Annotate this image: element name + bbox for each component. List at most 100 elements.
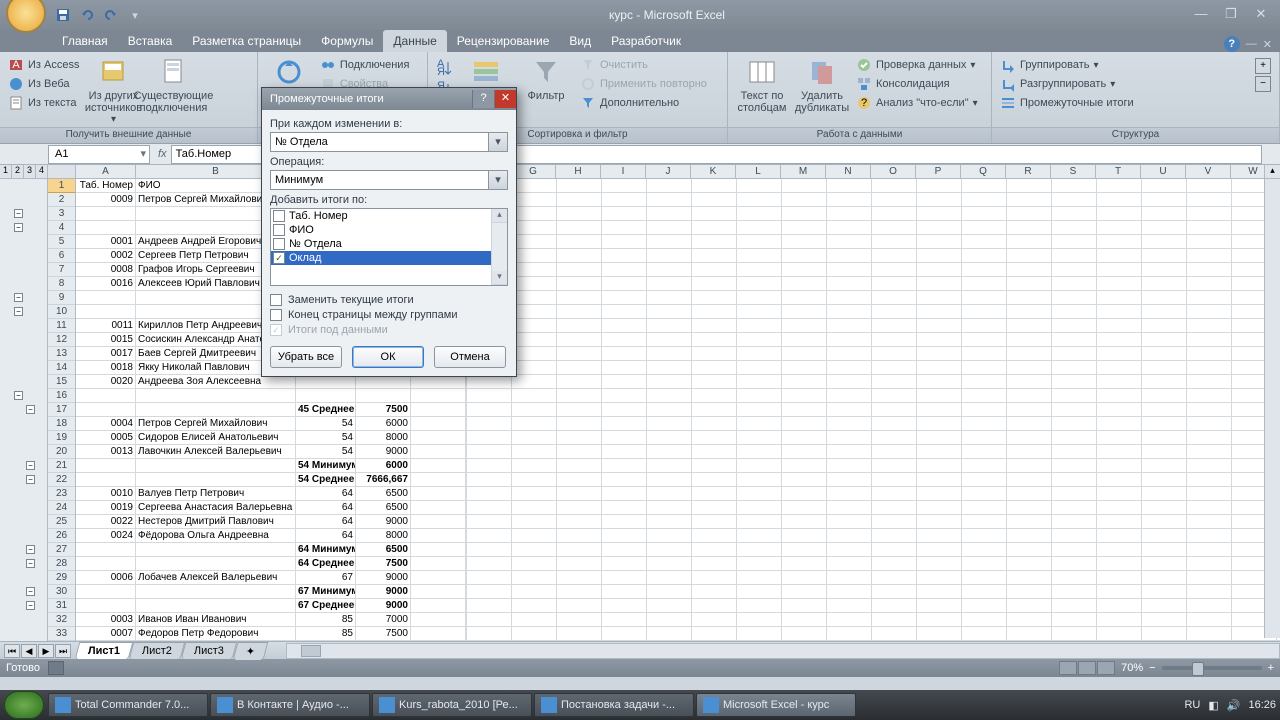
cell[interactable]: 0019 <box>76 501 136 514</box>
cell[interactable]: 0004 <box>76 417 136 430</box>
cell[interactable]: Таб. Номер <box>76 179 136 192</box>
cell[interactable]: 54 <box>296 431 356 444</box>
row-header[interactable]: 21 <box>48 459 75 473</box>
cell[interactable]: Лобачев Алексей Валерьевич <box>136 571 296 584</box>
cell[interactable]: 85 <box>296 613 356 626</box>
new-sheet-tab[interactable]: ✦ <box>233 642 269 660</box>
cell[interactable] <box>76 403 136 416</box>
cell[interactable]: 64 <box>296 515 356 528</box>
cell[interactable]: 6000 <box>356 459 411 472</box>
minimize-button[interactable]: — <box>1188 7 1214 23</box>
taskbar-item[interactable]: Total Commander 7.0... <box>48 693 208 717</box>
connections-button[interactable]: Подключения <box>318 56 423 74</box>
ribbon-close-icon[interactable]: ✕ <box>1263 38 1272 51</box>
tray-icon[interactable]: ◧ <box>1208 699 1218 712</box>
cell[interactable]: 0017 <box>76 347 136 360</box>
cell[interactable]: 0011 <box>76 319 136 332</box>
row-header[interactable]: 7 <box>48 263 75 277</box>
advanced-filter-button[interactable]: Дополнительно <box>578 94 709 112</box>
outline-level-2[interactable]: 2 <box>12 165 24 178</box>
cell[interactable] <box>76 221 136 234</box>
cell[interactable]: 67 <box>296 571 356 584</box>
cells-grid[interactable]: Таб. НомерФИО0009Петров Сергей Михайлови… <box>76 179 1280 641</box>
cell[interactable]: 7666,667 <box>356 473 411 486</box>
tab-view[interactable]: Вид <box>559 30 601 52</box>
office-button[interactable] <box>6 0 46 33</box>
cell[interactable]: 0005 <box>76 431 136 444</box>
cell[interactable]: 9000 <box>356 571 411 584</box>
cell[interactable] <box>136 557 296 570</box>
tab-developer[interactable]: Разработчик <box>601 30 691 52</box>
cell[interactable] <box>411 487 466 500</box>
cell[interactable]: 54 <box>296 445 356 458</box>
cell[interactable] <box>411 571 466 584</box>
cell[interactable]: 0006 <box>76 571 136 584</box>
row-header[interactable]: 22 <box>48 473 75 487</box>
outline-level-1[interactable]: 1 <box>0 165 12 178</box>
existing-connections-button[interactable]: Существующие подключения <box>145 54 201 114</box>
cell[interactable]: 7500 <box>356 627 411 640</box>
row-header[interactable]: 31 <box>48 599 75 613</box>
col-header[interactable]: P <box>916 165 961 178</box>
cell[interactable]: 64 <box>296 501 356 514</box>
col-header[interactable]: H <box>556 165 601 178</box>
cell[interactable] <box>76 599 136 612</box>
row-header[interactable]: 17 <box>48 403 75 417</box>
page-break-view-button[interactable] <box>1097 661 1115 675</box>
cell[interactable]: 54 Среднее <box>296 473 356 486</box>
tab-pagelayout[interactable]: Разметка страницы <box>182 30 311 52</box>
cell[interactable] <box>411 501 466 514</box>
cell[interactable] <box>411 389 466 402</box>
ribbon-minimize-icon[interactable]: — <box>1246 38 1257 50</box>
tab-last-icon[interactable]: ⏭ <box>55 644 71 658</box>
row-header[interactable]: 16 <box>48 389 75 403</box>
normal-view-button[interactable] <box>1059 661 1077 675</box>
cell[interactable] <box>136 403 296 416</box>
cell[interactable] <box>136 459 296 472</box>
cell[interactable]: 7000 <box>356 613 411 626</box>
cell[interactable] <box>411 613 466 626</box>
cell[interactable]: 0024 <box>76 529 136 542</box>
cell[interactable] <box>411 459 466 472</box>
name-box[interactable]: A1 <box>48 145 150 164</box>
taskbar-item[interactable]: Kurs_rabota_2010 [Ре... <box>372 693 532 717</box>
col-header[interactable]: M <box>781 165 826 178</box>
cell[interactable]: 0008 <box>76 263 136 276</box>
cell[interactable] <box>411 403 466 416</box>
cell[interactable]: 7500 <box>356 557 411 570</box>
row-header[interactable]: 19 <box>48 431 75 445</box>
from-web-button[interactable]: Из Веба <box>6 75 81 93</box>
cell[interactable]: 6500 <box>356 543 411 556</box>
opt-replace[interactable]: Заменить текущие итоги <box>270 294 508 306</box>
cell[interactable]: 0022 <box>76 515 136 528</box>
cell[interactable]: Лавочкин Алексей Валерьевич <box>136 445 296 458</box>
combo-operation[interactable]: Минимум <box>270 170 508 190</box>
col-header[interactable]: R <box>1006 165 1051 178</box>
checkbox[interactable] <box>273 224 285 236</box>
tray-clock[interactable]: 16:26 <box>1248 699 1276 711</box>
cell[interactable] <box>76 543 136 556</box>
col-header[interactable]: I <box>601 165 646 178</box>
cell[interactable] <box>411 529 466 542</box>
from-text-button[interactable]: Из текста <box>6 94 81 112</box>
sheet-tab-2[interactable]: Лист2 <box>129 642 186 659</box>
cell[interactable] <box>411 515 466 528</box>
row-header[interactable]: 12 <box>48 333 75 347</box>
outline-level-3[interactable]: 3 <box>24 165 36 178</box>
checkbox[interactable] <box>273 238 285 250</box>
row-header[interactable]: 25 <box>48 515 75 529</box>
cell[interactable]: 67 Среднее <box>296 599 356 612</box>
cell[interactable]: 64 Минимум <box>296 543 356 556</box>
fx-icon[interactable]: fx <box>158 148 167 160</box>
row-header[interactable]: 3 <box>48 207 75 221</box>
dialog-titlebar[interactable]: Промежуточные итоги ? ✕ <box>262 88 516 110</box>
tab-first-icon[interactable]: ⏮ <box>4 644 20 658</box>
tab-insert[interactable]: Вставка <box>118 30 183 52</box>
outline-level-4[interactable]: 4 <box>36 165 47 178</box>
cell[interactable] <box>411 431 466 444</box>
cell[interactable] <box>76 389 136 402</box>
row-header[interactable]: 11 <box>48 319 75 333</box>
cell[interactable]: Сидоров Елисей Анатольевич <box>136 431 296 444</box>
sort-az-button[interactable]: АЯ <box>434 58 454 78</box>
cell[interactable] <box>76 473 136 486</box>
